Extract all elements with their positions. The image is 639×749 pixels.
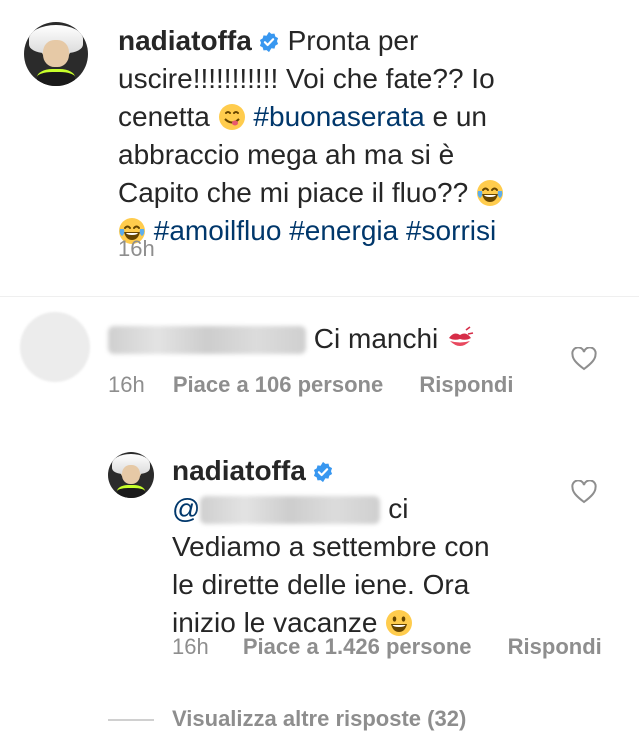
- hashtag-amoilfluo[interactable]: #amoilfluo: [154, 215, 282, 246]
- reply-likes-count[interactable]: Piace a 1.426 persone: [243, 634, 472, 659]
- caption-line-4: abbraccio mega ah ma si è: [118, 139, 455, 170]
- comment-meta-row: 16h Piace a 106 persone Rispondi: [108, 372, 578, 398]
- caption-line-3-b: e un: [432, 101, 487, 132]
- reply-reply-button[interactable]: Rispondi: [508, 634, 602, 659]
- verified-badge-icon: [313, 461, 332, 483]
- commenter-username-blurred[interactable]: [108, 326, 306, 354]
- hashtag-energia[interactable]: #energia: [289, 215, 398, 246]
- reply-mention-prefix[interactable]: @: [172, 493, 200, 524]
- view-more-replies-button[interactable]: Visualizza altre risposte (32): [172, 706, 466, 732]
- verified-badge-icon: [259, 31, 278, 53]
- hashtag-sorrisi[interactable]: #sorrisi: [406, 215, 496, 246]
- grinning-face-emoji: [386, 610, 413, 636]
- caption-line-2: uscire!!!!!!!!!!! Voi che fate?? Io: [118, 63, 495, 94]
- caption-line-3-a: cenetta: [118, 101, 210, 132]
- caption-line-5: Capito che mi piace il fluo??: [118, 177, 469, 208]
- reply-line-3: le dirette delle iene. Ora: [172, 569, 470, 600]
- reply-line-2: Vediamo a settembre con: [172, 531, 490, 562]
- hashtag-buonaserata[interactable]: #buonaserata: [253, 101, 424, 132]
- comment-text: Ci manchi: [313, 323, 439, 354]
- reply-line-1-tail: ci: [388, 493, 409, 524]
- caption-divider: [0, 296, 639, 297]
- post-author-avatar[interactable]: [24, 22, 88, 86]
- reply-body: nadiatoffa @ ci Vediamo a settembre con …: [172, 452, 552, 642]
- comment-timestamp: 16h: [108, 372, 145, 397]
- post-caption: nadiatoffa Pronta per uscire!!!!!!!!!!! …: [118, 22, 618, 250]
- reply-author-avatar[interactable]: [108, 452, 154, 498]
- tears-of-joy-emoji: [476, 180, 503, 206]
- replies-thread-line: [108, 719, 154, 721]
- reply-meta-row: 16h Piace a 1.426 persone Rispondi: [172, 634, 639, 660]
- reply-timestamp: 16h: [172, 634, 209, 659]
- heart-outline-icon[interactable]: [571, 480, 597, 504]
- post-timestamp: 16h: [118, 236, 155, 261]
- comment-reply-button[interactable]: Rispondi: [419, 372, 513, 397]
- heart-outline-icon[interactable]: [571, 347, 597, 371]
- commenter-avatar[interactable]: [20, 312, 90, 382]
- post-username[interactable]: nadiatoffa: [118, 25, 252, 56]
- caption-line-1: Pronta per: [287, 25, 419, 56]
- comment-likes-count[interactable]: Piace a 106 persone: [173, 372, 383, 397]
- comment-body: Ci manchi: [108, 320, 548, 358]
- mentioned-username-blurred[interactable]: [200, 496, 381, 524]
- reply-username[interactable]: nadiatoffa: [172, 455, 306, 486]
- face-savoring-food-emoji: [218, 104, 245, 130]
- kiss-mark-emoji: [449, 326, 474, 346]
